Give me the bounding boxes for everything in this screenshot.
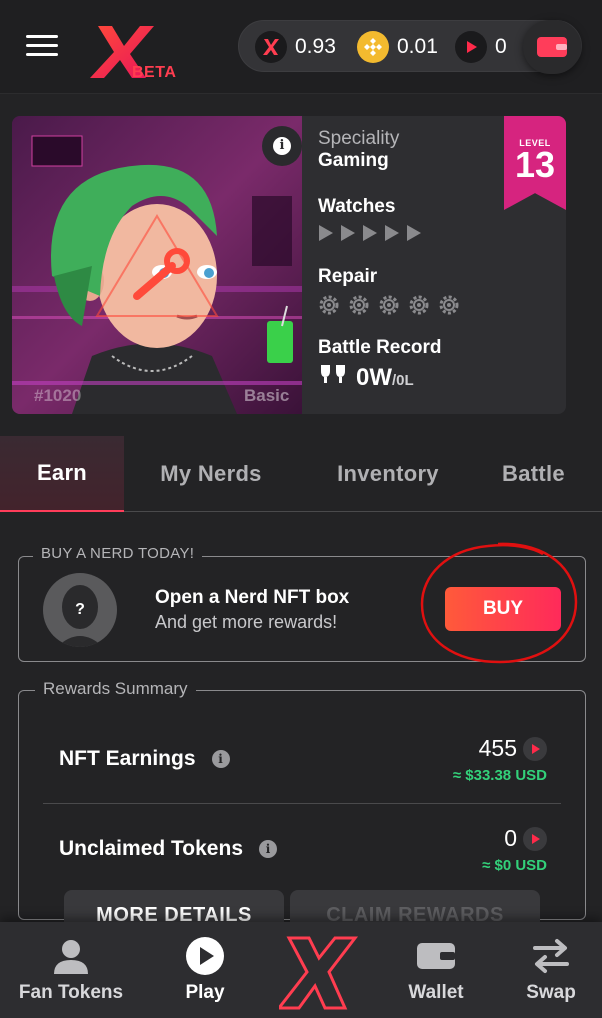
watch-play-icon <box>319 225 333 241</box>
info-icon: i <box>273 137 291 155</box>
repair-gear-icon <box>319 295 339 315</box>
nerd-id: #1020 <box>34 386 82 405</box>
rewards-summary: Rewards Summary NFT Earnings i 455 ≈ $33… <box>18 679 586 920</box>
play-balance[interactable]: 0 <box>455 30 507 64</box>
unclaimed-tokens-row: Unclaimed Tokens i <box>59 837 277 861</box>
nft-earnings-label: NFT Earnings <box>59 747 196 770</box>
nav-fan-tokens-label: Fan Tokens <box>18 982 124 1003</box>
balance-pill: 0.93 0.01 0 <box>238 20 582 74</box>
bnb-balance[interactable]: 0.01 <box>357 30 438 64</box>
x-logo-icon <box>279 934 361 1012</box>
nav-swap[interactable]: Swap <box>500 922 602 1018</box>
level-value: 13 <box>514 144 556 185</box>
watch-play-icon <box>385 225 399 241</box>
tab-bar: Earn My Nerds Inventory Battle <box>0 436 602 512</box>
wallet-icon <box>537 37 567 57</box>
play-token-icon <box>455 31 487 63</box>
nerd-info-button[interactable]: i <box>262 126 302 166</box>
buy-subtitle: And get more rewards! <box>155 612 338 632</box>
repair-gear-icon <box>409 295 429 315</box>
watch-play-icon <box>407 225 421 241</box>
swap-icon <box>531 936 571 976</box>
info-icon[interactable]: i <box>259 840 277 858</box>
play-token-icon <box>523 827 547 851</box>
bnb-balance-value: 0.01 <box>397 35 438 58</box>
buy-nerd-section: BUY A NERD TODAY! ? Open a Nerd NFT box … <box>18 545 586 662</box>
nft-earnings-row: NFT Earnings i <box>59 747 230 771</box>
watch-play-icon <box>363 225 377 241</box>
user-icon <box>51 936 91 976</box>
nav-wallet-label: Wallet <box>408 982 464 1003</box>
rewards-divider <box>43 803 561 804</box>
rewards-legend: Rewards Summary <box>35 679 196 699</box>
battle-losses: /0L <box>392 372 414 389</box>
unclaimed-tokens-usd: ≈ $0 USD <box>482 857 547 874</box>
nft-earnings-usd: ≈ $33.38 USD <box>452 767 547 784</box>
tab-my-nerds[interactable]: My Nerds <box>124 436 298 512</box>
mystery-nerd-avatar: ? <box>43 573 117 647</box>
watches-icons <box>318 224 422 242</box>
watch-play-icon <box>341 225 355 241</box>
tab-inventory[interactable]: Inventory <box>298 436 478 512</box>
x-token-icon <box>255 31 287 63</box>
nerd-portrait <box>12 116 302 414</box>
nav-home-x[interactable] <box>268 922 372 1018</box>
nav-play[interactable]: Play <box>142 922 268 1018</box>
repair-gear-icon <box>439 295 459 315</box>
speciality-block: Speciality Gaming <box>318 128 399 172</box>
speciality-label: Speciality <box>318 128 400 149</box>
svg-text:?: ? <box>75 601 85 618</box>
battle-wins: 0W <box>356 364 392 391</box>
buy-title: Open a Nerd NFT box <box>155 587 350 608</box>
beta-badge: BETA <box>132 64 177 81</box>
buy-legend: BUY A NERD TODAY! <box>33 545 203 562</box>
bottom-nav: Fan Tokens Play Wallet Swap <box>0 922 602 1018</box>
x-balance[interactable]: 0.93 <box>255 30 336 64</box>
unclaimed-tokens-label: Unclaimed Tokens <box>59 837 243 860</box>
nerd-rarity: Basic <box>244 386 290 405</box>
play-balance-value: 0 <box>495 35 507 58</box>
app-header: BETA 0.93 0.01 0 <box>0 0 602 94</box>
repair-gear-icon <box>349 295 369 315</box>
info-icon[interactable]: i <box>211 750 230 768</box>
speciality-value: Gaming <box>318 150 389 171</box>
wallet-button[interactable] <box>523 20 581 74</box>
tab-earn[interactable]: Earn <box>0 436 124 512</box>
menu-icon[interactable] <box>26 35 58 59</box>
trophy-icon <box>321 365 345 383</box>
wallet-icon <box>416 936 456 976</box>
tab-battle[interactable]: Battle <box>478 436 602 512</box>
nav-play-label: Play <box>185 982 225 1003</box>
nav-swap-label: Swap <box>526 982 576 1003</box>
nav-wallet[interactable]: Wallet <box>372 922 500 1018</box>
watches-block: Watches <box>318 196 422 242</box>
unclaimed-tokens-value: 0 <box>504 825 517 851</box>
repair-block: Repair <box>318 266 460 316</box>
repair-icons <box>318 294 460 316</box>
repair-label: Repair <box>318 266 378 287</box>
x-balance-value: 0.93 <box>295 35 336 58</box>
play-token-icon <box>523 737 547 761</box>
bnb-coin-icon <box>357 31 389 63</box>
watches-label: Watches <box>318 196 396 217</box>
battle-label: Battle Record <box>318 337 442 358</box>
play-icon <box>185 936 225 976</box>
nav-fan-tokens[interactable]: Fan Tokens <box>0 922 142 1018</box>
nft-earnings-value: 455 <box>478 735 517 761</box>
repair-gear-icon <box>379 295 399 315</box>
level-badge: LEVEL 13 <box>504 116 566 210</box>
nerd-card[interactable]: i #1020 Basic Speciality Gaming Watches … <box>12 116 566 414</box>
buy-button[interactable]: BUY <box>445 587 561 631</box>
battle-block: Battle Record 0W /0L <box>318 337 442 392</box>
